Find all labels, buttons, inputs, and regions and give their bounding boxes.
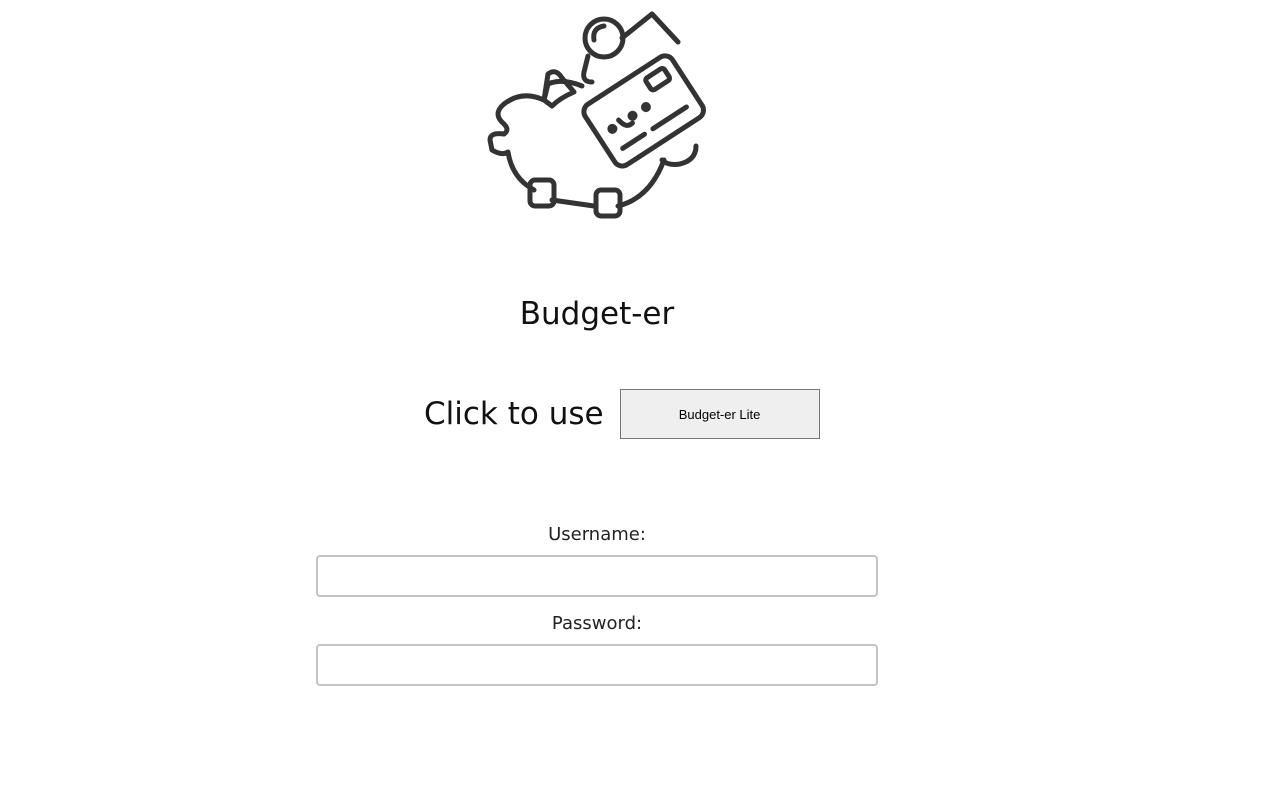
username-label: Username:: [548, 524, 646, 545]
password-field[interactable]: [316, 644, 878, 686]
budgeter-lite-button[interactable]: Budget-er Lite: [619, 389, 820, 439]
piggy-bank-credit-card-icon: [487, 11, 706, 219]
login-page: Budget-er Click to use Budget-er Lite Us…: [0, 0, 1279, 807]
lite-mode-row: Click to use Budget-er Lite: [424, 389, 820, 439]
app-title: Budget-er: [519, 296, 675, 332]
lite-prompt-text: Click to use: [424, 396, 604, 432]
password-label: Password:: [551, 613, 643, 634]
username-field[interactable]: [316, 555, 878, 597]
app-logo: [482, 8, 714, 223]
